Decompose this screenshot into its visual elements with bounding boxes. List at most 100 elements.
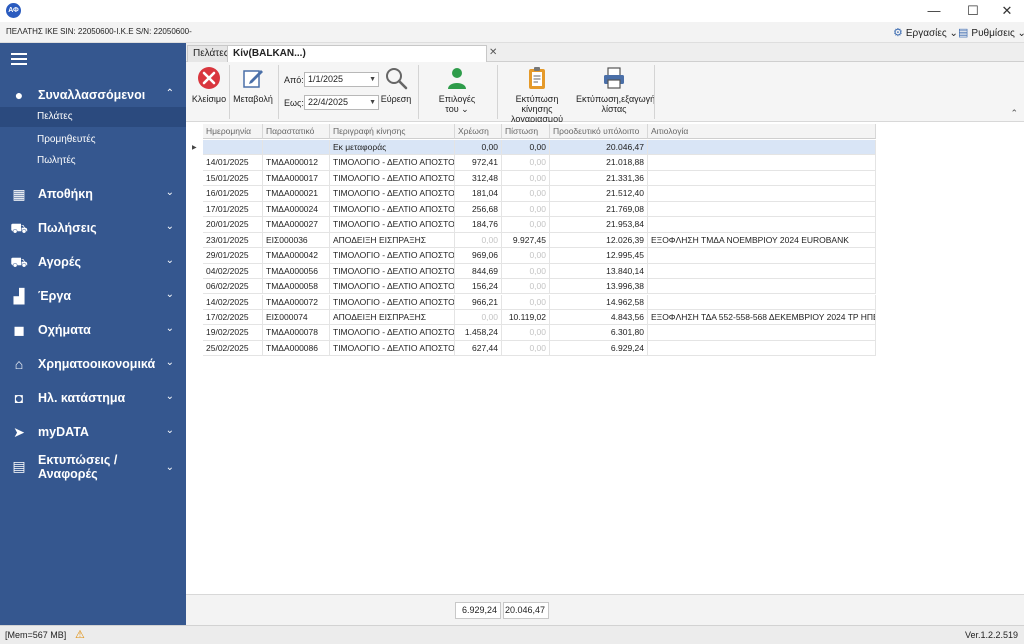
column-header-document[interactable]: Παραστατικό	[263, 124, 330, 139]
cell-balance[interactable]: 14.962,58	[550, 294, 648, 310]
cell-date[interactable]: 14/01/2025	[203, 155, 263, 171]
nav-group-counterparties[interactable]: ● Συναλλασσόμενοι ⌃	[0, 81, 186, 109]
cell-reason[interactable]	[648, 217, 876, 233]
table-row[interactable]: 16/01/2025 ΤΜΔΑ000021 ΤΙΜΟΛΟΓΙΟ - ΔΕΛΤΙΟ Α…	[186, 186, 876, 202]
tab-customer-movements[interactable]: Κίν(BALKAN...)	[227, 45, 487, 62]
cell-date[interactable]: 17/01/2025	[203, 201, 263, 218]
cell-debit[interactable]: 156,24	[455, 279, 502, 295]
cell-credit[interactable]: 10.119,02	[502, 309, 550, 326]
cell-document[interactable]: ΤΜΔΑ000027	[263, 217, 330, 233]
cell-debit[interactable]: 966,21	[455, 294, 502, 310]
cell-credit[interactable]: 9.927,45	[502, 232, 550, 249]
table-row[interactable]: 14/02/2025 ΤΜΔΑ000072 ΤΙΜΟΛΟΓΙΟ - ΔΕΛΤΙΟ Α…	[186, 294, 876, 310]
hamburger-menu-icon[interactable]	[11, 53, 27, 65]
cell-reason[interactable]	[648, 294, 876, 310]
cell-date[interactable]: 17/02/2025	[203, 309, 263, 326]
minimize-button[interactable]: —	[916, 0, 952, 22]
cell-document[interactable]: ΤΜΔΑ000086	[263, 340, 330, 357]
table-row[interactable]: 20/01/2025 ΤΜΔΑ000027 ΤΙΜΟΛΟΓΙΟ - ΔΕΛΤΙΟ Α…	[186, 217, 876, 233]
cell-document[interactable]: ΤΜΔΑ000072	[263, 294, 330, 310]
cell-balance[interactable]: 21.953,84	[550, 217, 648, 233]
maximize-button[interactable]: ☐	[955, 0, 991, 22]
cell-reason[interactable]: ΕΞΟΦΛΗΣΗ ΤΔΑ 552-558-568 ΔΕΚΕΜΒΡΙΟΥ 2024…	[648, 309, 876, 326]
cell-description[interactable]: ΤΙΜΟΛΟΓΙΟ - ΔΕΛΤΙΟ ΑΠΟΣΤΟΛΗΣ	[330, 294, 455, 310]
print-export-button[interactable]: Εκτύπωση,εξαγωγή λίστας	[576, 66, 655, 114]
cell-credit[interactable]: 0,00	[502, 279, 550, 295]
cell-description[interactable]: ΑΠΟΔΕΙΞΗ ΕΙΣΠΡΑΞΗΣ	[330, 309, 455, 326]
cell-credit[interactable]: 0,00	[502, 325, 550, 341]
cell-date[interactable]: 14/02/2025	[203, 294, 263, 310]
cell-credit[interactable]: 0,00	[502, 340, 550, 357]
cell-description[interactable]: ΤΙΜΟΛΟΓΙΟ - ΔΕΛΤΙΟ ΑΠΟΣΤΟΛΗΣ	[330, 325, 455, 341]
table-row[interactable]: 19/02/2025 ΤΜΔΑ000078 ΤΙΜΟΛΟΓΙΟ - ΔΕΛΤΙΟ Α…	[186, 325, 876, 341]
cell-description[interactable]: ΤΙΜΟΛΟΓΙΟ - ΔΕΛΤΙΟ ΑΠΟΣΤΟΛΗΣ	[330, 201, 455, 218]
cell-date[interactable]: 29/01/2025	[203, 248, 263, 264]
cell-document[interactable]: ΤΜΔΑ000012	[263, 155, 330, 171]
cell-reason[interactable]	[648, 279, 876, 295]
cell-document[interactable]: ΤΜΔΑ000058	[263, 279, 330, 295]
warning-icon[interactable]: ⚠	[75, 628, 85, 641]
cell-document[interactable]: ΤΜΔΑ000024	[263, 201, 330, 218]
chevron-down-icon[interactable]: ▼	[369, 73, 376, 86]
column-header-debit[interactable]: Χρέωση	[455, 124, 502, 139]
cell-debit[interactable]: 0,00	[455, 309, 502, 326]
table-row[interactable]: 17/01/2025 ΤΜΔΑ000024 ΤΙΜΟΛΟΓΙΟ - ΔΕΛΤΙΟ Α…	[186, 201, 876, 218]
cell-document[interactable]: ΤΜΔΑ000017	[263, 170, 330, 187]
cell-credit[interactable]: 0,00	[502, 248, 550, 264]
to-date-input[interactable]: 22/4/2025 ▼	[304, 95, 379, 110]
cell-reason[interactable]	[648, 325, 876, 341]
edit-button[interactable]: Μεταβολή	[231, 66, 275, 104]
cell-reason[interactable]: ΕΞΟΦΛΗΣΗ ΤΜΔΑ ΝΟΕΜΒΡΙΟΥ 2024 EUROBANK	[648, 232, 876, 249]
cell-reason[interactable]	[648, 248, 876, 264]
cell-balance[interactable]: 4.843,56	[550, 309, 648, 326]
cell-document[interactable]: ΤΜΔΑ000021	[263, 186, 330, 202]
nav-group-sales[interactable]: ⛟ Πωλήσεις ⌄	[0, 214, 186, 242]
cell-reason[interactable]	[648, 186, 876, 202]
cell-description[interactable]: ΑΠΟΔΕΙΞΗ ΕΙΣΠΡΑΞΗΣ	[330, 232, 455, 249]
cell-debit[interactable]: 1.458,24	[455, 325, 502, 341]
cell-description[interactable]: ΤΙΜΟΛΟΓΙΟ - ΔΕΛΤΙΟ ΑΠΟΣΤΟΛΗΣ	[330, 155, 455, 171]
table-row[interactable]: 15/01/2025 ΤΜΔΑ000017 ΤΙΜΟΛΟΓΙΟ - ΔΕΛΤΙΟ Α…	[186, 170, 876, 187]
cell-debit[interactable]: 312,48	[455, 170, 502, 187]
cell-date[interactable]: 16/01/2025	[203, 186, 263, 202]
settings-menu[interactable]: ▤ Ρυθμίσεις ⌄	[958, 26, 1024, 39]
cell-description[interactable]: ΤΙΜΟΛΟΓΙΟ - ΔΕΛΤΙΟ ΑΠΟΣΤΟΛΗΣ	[330, 263, 455, 279]
column-header-description[interactable]: Περιγραφή κίνησης	[330, 124, 455, 139]
cell-document[interactable]	[263, 140, 330, 156]
table-row[interactable]: 14/01/2025 ΤΜΔΑ000012 ΤΙΜΟΛΟΓΙΟ - ΔΕΛΤΙΟ Α…	[186, 155, 876, 171]
cell-credit[interactable]: 0,00	[502, 201, 550, 218]
table-row[interactable]: ▶ Εκ μεταφοράς 0,00 0,00 20.046,47	[186, 140, 876, 156]
cell-description[interactable]: ΤΙΜΟΛΟΓΙΟ - ΔΕΛΤΙΟ ΑΠΟΣΤΟΛΗΣ	[330, 248, 455, 264]
cell-document[interactable]: ΕΙΣ000036	[263, 232, 330, 249]
cell-date[interactable]: 25/02/2025	[203, 340, 263, 357]
cell-date[interactable]: 23/01/2025	[203, 232, 263, 249]
cell-description[interactable]: Εκ μεταφοράς	[330, 140, 455, 156]
cell-debit[interactable]: 184,76	[455, 217, 502, 233]
cell-debit[interactable]: 0,00	[455, 140, 502, 156]
cell-debit[interactable]: 972,41	[455, 155, 502, 171]
cell-date[interactable]: 19/02/2025	[203, 325, 263, 341]
cell-balance[interactable]: 13.840,14	[550, 263, 648, 279]
cell-credit[interactable]: 0,00	[502, 155, 550, 171]
cell-credit[interactable]: 0,00	[502, 294, 550, 310]
cell-balance[interactable]: 21.018,88	[550, 155, 648, 171]
cell-credit[interactable]: 0,00	[502, 217, 550, 233]
cell-description[interactable]: ΤΙΜΟΛΟΓΙΟ - ΔΕΛΤΙΟ ΑΠΟΣΤΟΛΗΣ	[330, 217, 455, 233]
nav-group-reports[interactable]: ▤ Εκτυπώσεις / Αναφορές ⌄	[0, 452, 186, 488]
cell-balance[interactable]: 12.026,39	[550, 232, 648, 249]
cell-date[interactable]	[203, 140, 263, 156]
nav-group-projects[interactable]: ▟ Έργα ⌄	[0, 282, 186, 310]
nav-group-mydata[interactable]: ➤ myDATA ⌄	[0, 418, 186, 446]
from-date-input[interactable]: 1/1/2025 ▼	[304, 72, 379, 87]
cell-description[interactable]: ΤΙΜΟΛΟΓΙΟ - ΔΕΛΤΙΟ ΑΠΟΣΤΟΛΗΣ	[330, 186, 455, 202]
sidebar-item-salespeople[interactable]: Πωλητές	[0, 151, 186, 171]
search-button[interactable]: Εύρεση	[379, 66, 413, 104]
cell-balance[interactable]: 21.331,36	[550, 170, 648, 187]
table-row[interactable]: 23/01/2025 ΕΙΣ000036 ΑΠΟΔΕΙΞΗ ΕΙΣΠΡΑΞΗΣ 0,0…	[186, 232, 876, 249]
table-row[interactable]: 29/01/2025 ΤΜΔΑ000042 ΤΙΜΟΛΟΓΙΟ - ΔΕΛΤΙΟ Α…	[186, 248, 876, 264]
table-row[interactable]: 25/02/2025 ΤΜΔΑ000086 ΤΙΜΟΛΟΓΙΟ - ΔΕΛΤΙΟ Α…	[186, 340, 876, 357]
cell-debit[interactable]: 256,68	[455, 201, 502, 218]
cell-credit[interactable]: 0,00	[502, 263, 550, 279]
close-icon[interactable]: ✕	[489, 47, 497, 58]
table-row[interactable]: 04/02/2025 ΤΜΔΑ000056 ΤΙΜΟΛΟΓΙΟ - ΔΕΛΤΙΟ Α…	[186, 263, 876, 279]
